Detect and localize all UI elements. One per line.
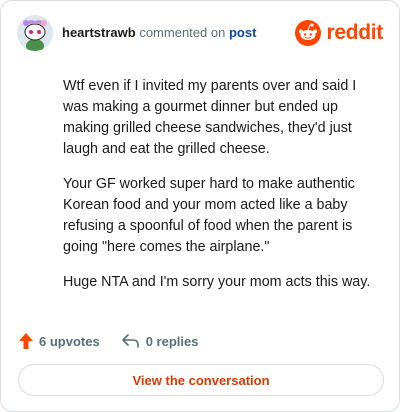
comment-paragraph: Wtf even if I invited my parents over an…	[63, 78, 357, 157]
comment-header: heartstrawb commented on post reddit	[17, 15, 383, 55]
reply-arrow-icon	[121, 334, 139, 348]
comment-embed-card: heartstrawb commented on post reddit Wtf…	[0, 0, 400, 412]
user-avatar[interactable]	[17, 15, 53, 51]
comment-paragraph: Your GF worked super hard to make authen…	[63, 176, 355, 255]
username-link[interactable]: heartstrawb	[62, 25, 136, 40]
upvote-arrow-icon	[19, 333, 33, 349]
comment-paragraph: Huge NTA and I'm sorry your mom acts thi…	[63, 274, 371, 290]
comment-body: Wtf even if I invited my parents over an…	[63, 76, 381, 307]
reply-button[interactable]: 0 replies	[121, 333, 199, 349]
upvote-button[interactable]: 6 upvotes	[19, 333, 100, 349]
comment-meta: heartstrawb commented on post	[62, 25, 256, 40]
reddit-logo-icon	[295, 20, 322, 46]
brand-wordmark: reddit	[326, 21, 383, 44]
reddit-brand[interactable]: reddit	[295, 19, 383, 47]
upvote-count: 6 upvotes	[39, 333, 100, 349]
snoo-avatar-icon	[17, 15, 53, 51]
view-conversation-button[interactable]: View the conversation	[18, 364, 384, 396]
post-link[interactable]: post	[229, 25, 256, 40]
reply-count: 0 replies	[145, 333, 199, 349]
action-text: commented on	[139, 25, 226, 40]
comment-actions: 6 upvotes 0 replies	[19, 331, 198, 351]
